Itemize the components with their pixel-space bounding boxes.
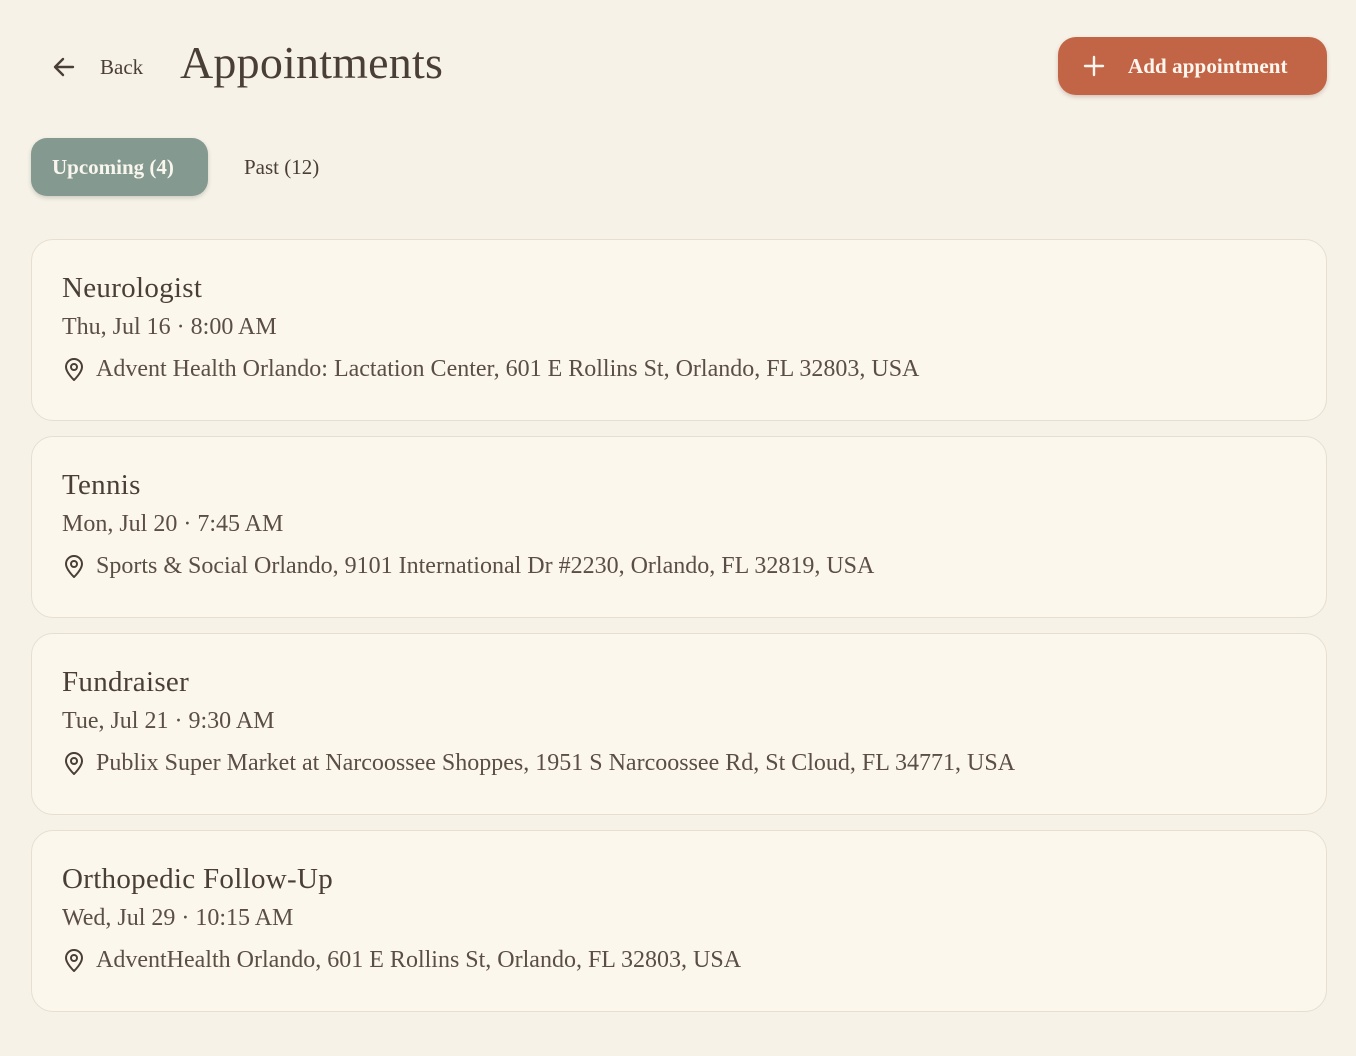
appointment-location: Advent Health Orlando: Lactation Center,… bbox=[62, 356, 919, 383]
appointment-card[interactable]: Tennis Mon, Jul 20 · 7:45 AM Sports & So… bbox=[31, 436, 1327, 618]
appointment-tabs: Upcoming (4) Past (12) bbox=[31, 138, 339, 196]
location-text: Sports & Social Orlando, 9101 Internatio… bbox=[96, 553, 875, 579]
map-pin-icon bbox=[62, 948, 86, 974]
map-pin-icon bbox=[62, 357, 86, 383]
appointment-title: Neurologist bbox=[62, 272, 203, 304]
appointment-datetime: Wed, Jul 29 · 10:15 AM bbox=[62, 905, 294, 931]
appointment-location: Sports & Social Orlando, 9101 Internatio… bbox=[62, 553, 874, 580]
appointment-card[interactable]: Orthopedic Follow-Up Wed, Jul 29 · 10:15… bbox=[31, 830, 1327, 1012]
tab-label: Upcoming (4) bbox=[52, 154, 174, 179]
add-appointment-button[interactable]: Add appointment bbox=[1058, 37, 1327, 95]
page-header: Back Appointments Add appointment bbox=[0, 0, 1356, 134]
location-text: AdventHealth Orlando, 601 E Rollins St, … bbox=[96, 947, 742, 973]
tab-past[interactable]: Past (12) bbox=[224, 138, 339, 196]
appointment-title: Orthopedic Follow-Up bbox=[62, 863, 333, 895]
appointment-location: Publix Super Market at Narcoossee Shoppe… bbox=[62, 750, 1015, 777]
plus-icon bbox=[1082, 54, 1106, 78]
appointment-datetime: Mon, Jul 20 · 7:45 AM bbox=[62, 511, 284, 537]
location-text: Publix Super Market at Narcoossee Shoppe… bbox=[96, 750, 1016, 776]
map-pin-icon bbox=[62, 751, 86, 777]
tab-upcoming[interactable]: Upcoming (4) bbox=[31, 138, 208, 196]
appointment-list: Neurologist Thu, Jul 16 · 8:00 AM Advent… bbox=[31, 239, 1327, 1027]
add-appointment-label: Add appointment bbox=[1128, 53, 1288, 78]
page-title: Appointments bbox=[180, 37, 444, 88]
back-button[interactable]: Back bbox=[50, 44, 143, 90]
appointment-card[interactable]: Fundraiser Tue, Jul 21 · 9:30 AM Publix … bbox=[31, 633, 1327, 815]
appointment-location: AdventHealth Orlando, 601 E Rollins St, … bbox=[62, 947, 741, 974]
location-text: Advent Health Orlando: Lactation Center,… bbox=[96, 356, 920, 382]
arrow-left-icon bbox=[50, 53, 78, 81]
tab-label: Past (12) bbox=[244, 154, 320, 179]
appointment-datetime: Tue, Jul 21 · 9:30 AM bbox=[62, 708, 275, 734]
appointment-datetime: Thu, Jul 16 · 8:00 AM bbox=[62, 314, 277, 340]
appointment-card[interactable]: Neurologist Thu, Jul 16 · 8:00 AM Advent… bbox=[31, 239, 1327, 421]
back-label: Back bbox=[100, 54, 144, 79]
appointment-title: Tennis bbox=[62, 469, 141, 501]
map-pin-icon bbox=[62, 554, 86, 580]
appointment-title: Fundraiser bbox=[62, 666, 190, 698]
